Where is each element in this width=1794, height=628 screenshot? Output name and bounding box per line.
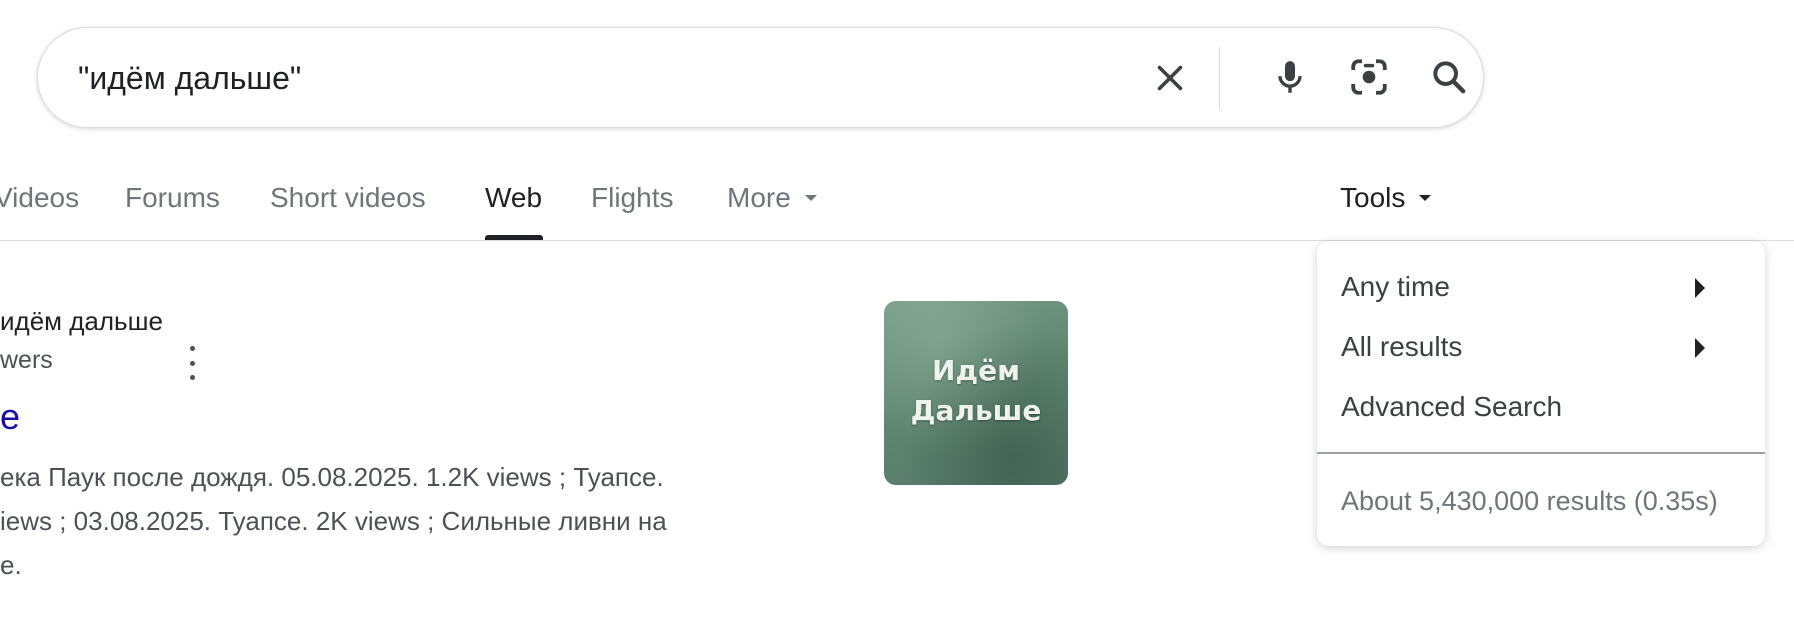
menu-item-label: All results [1341, 331, 1463, 362]
search-bar [37, 27, 1484, 128]
menu-item-any-time[interactable]: Any time [1341, 271, 1741, 303]
menu-item-label: Any time [1341, 271, 1450, 302]
tab-more[interactable]: More [727, 182, 817, 214]
chevron-down-icon [804, 194, 817, 201]
menu-divider [1317, 452, 1765, 454]
chevron-right-icon [1695, 278, 1705, 298]
snippet-line: ека Паук после дождя. 05.08.2025. 1.2K v… [0, 462, 664, 492]
tab-videos[interactable]: Videos [0, 182, 79, 214]
tools-button[interactable]: Tools [1340, 182, 1432, 214]
thumbnail-text-line: Идём [932, 354, 1020, 387]
search-results-page: Videos Forums Short videos Web Flights M… [0, 0, 1794, 628]
chevron-down-icon [1419, 194, 1432, 201]
snippet-line: e. [0, 550, 22, 580]
snippet-line: iews ; 03.08.2025. Туапсе. 2K views ; Си… [0, 506, 667, 536]
menu-item-all-results[interactable]: All results [1341, 331, 1741, 363]
chevron-right-icon [1695, 338, 1705, 358]
close-icon[interactable] [1145, 53, 1195, 103]
thumbnail-text: Идём Дальше [884, 351, 1068, 431]
tab-more-label: More [727, 182, 791, 213]
search-bar-divider [1219, 47, 1220, 110]
search-icon[interactable] [1423, 51, 1475, 103]
thumbnail-text-line: Дальше [910, 394, 1042, 427]
microphone-icon[interactable] [1264, 51, 1316, 103]
search-tabs: Videos Forums Short videos Web Flights M… [0, 162, 1794, 242]
menu-item-advanced-search[interactable]: Advanced Search [1341, 391, 1562, 423]
camera-lens-icon[interactable] [1343, 51, 1395, 103]
result-thumbnail[interactable]: Идём Дальше [884, 301, 1068, 485]
tab-short-videos[interactable]: Short videos [270, 182, 426, 214]
result-title-link[interactable]: e [0, 396, 20, 438]
tools-label: Tools [1340, 182, 1406, 213]
tab-flights[interactable]: Flights [591, 182, 673, 214]
result-snippet: ека Паук после дождя. 05.08.2025. 1.2K v… [0, 455, 667, 587]
tab-web[interactable]: Web [485, 182, 542, 214]
result-site-name[interactable]: идём дальше [0, 306, 163, 337]
more-options-icon[interactable] [182, 346, 202, 380]
result-site-meta: wers [0, 346, 53, 374]
tools-menu: Any time All results Advanced Search Abo… [1317, 241, 1765, 546]
tab-forums[interactable]: Forums [125, 182, 220, 214]
search-input[interactable] [78, 52, 1098, 104]
result-stats: About 5,430,000 results (0.35s) [1341, 486, 1718, 516]
